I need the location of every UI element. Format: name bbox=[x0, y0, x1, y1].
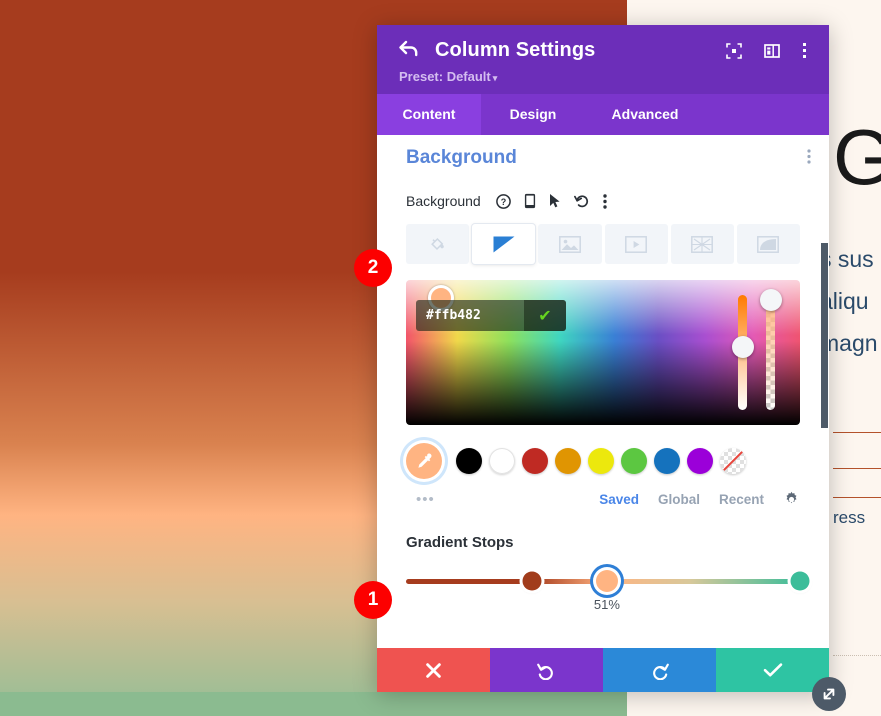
palette-tab-global[interactable]: Global bbox=[658, 492, 700, 507]
section-title-background: Background bbox=[406, 147, 517, 168]
cancel-button[interactable] bbox=[377, 648, 490, 692]
background-field-label-row: Background ? bbox=[406, 193, 800, 209]
bg-type-gradient[interactable] bbox=[472, 224, 536, 264]
focus-icon[interactable] bbox=[726, 42, 742, 59]
background-type-tabs bbox=[406, 224, 801, 264]
page-body-line-3: magn bbox=[820, 330, 878, 356]
swatch-orange[interactable] bbox=[555, 448, 581, 474]
reset-icon[interactable] bbox=[573, 193, 590, 209]
modal-tab-bar: Content Design Advanced bbox=[377, 94, 829, 135]
page-body-line-1: s sus bbox=[820, 246, 874, 272]
more-options-icon[interactable] bbox=[603, 193, 607, 209]
tab-content[interactable]: Content bbox=[377, 94, 481, 135]
color-picker: ✔ bbox=[406, 280, 800, 425]
palette-meta-row: ••• Saved Global Recent bbox=[406, 491, 800, 508]
saturation-value-panel[interactable]: ✔ bbox=[406, 280, 800, 425]
annotation-badge-1: 1 bbox=[354, 581, 392, 619]
preset-label: Preset: Default bbox=[399, 69, 491, 84]
swatch-yellow[interactable] bbox=[588, 448, 614, 474]
swatch-dark-red[interactable] bbox=[522, 448, 548, 474]
tab-design[interactable]: Design bbox=[481, 94, 585, 135]
page-divider-1 bbox=[833, 432, 881, 433]
gradient-stops-label: Gradient Stops bbox=[406, 534, 514, 551]
color-swatch-row bbox=[406, 443, 800, 479]
resize-handle-icon[interactable] bbox=[812, 677, 846, 711]
svg-text:?: ? bbox=[500, 197, 506, 207]
back-arrow-icon[interactable] bbox=[399, 40, 419, 62]
help-icon[interactable]: ? bbox=[495, 193, 511, 209]
hex-input[interactable] bbox=[416, 300, 524, 331]
swatch-transparent[interactable] bbox=[720, 448, 746, 474]
hex-input-group: ✔ bbox=[416, 300, 566, 331]
swatch-eyedropper[interactable] bbox=[406, 443, 442, 479]
more-vertical-icon[interactable] bbox=[802, 42, 807, 59]
modal-scrollbar[interactable] bbox=[821, 135, 829, 648]
save-button[interactable] bbox=[716, 648, 829, 692]
swatch-green[interactable] bbox=[621, 448, 647, 474]
gradient-stop-value: 51% bbox=[593, 597, 620, 612]
hover-cursor-icon[interactable] bbox=[549, 193, 561, 209]
gradient-stop-1[interactable] bbox=[522, 571, 542, 591]
swatch-purple[interactable] bbox=[687, 448, 713, 474]
responsive-device-icon[interactable] bbox=[524, 193, 536, 209]
palette-tabs: Saved Global Recent bbox=[599, 491, 800, 508]
palette-tab-saved[interactable]: Saved bbox=[599, 492, 639, 507]
swatch-white[interactable] bbox=[489, 448, 515, 474]
swatch-blue[interactable] bbox=[654, 448, 680, 474]
modal-header-top-row: Column Settings bbox=[399, 39, 807, 62]
hue-slider-handle[interactable] bbox=[731, 335, 754, 358]
page-body-line-2: aliqu bbox=[820, 288, 869, 314]
undo-button[interactable] bbox=[490, 648, 603, 692]
settings-scroll-area: Background Background ? #ffb482 ✔ ••• Sa… bbox=[377, 135, 829, 648]
hue-slider[interactable] bbox=[731, 295, 754, 410]
modal-scrollbar-thumb[interactable] bbox=[821, 243, 828, 428]
page-small-text: ress bbox=[833, 508, 866, 527]
modal-body: Background Background ? #ffb482 ✔ ••• Sa… bbox=[377, 135, 829, 648]
page-dotted-divider bbox=[833, 655, 881, 657]
palette-tab-recent[interactable]: Recent bbox=[719, 492, 764, 507]
gradient-stop-3[interactable] bbox=[790, 571, 810, 591]
gradient-stops-slider: 51% bbox=[406, 570, 810, 617]
alpha-slider[interactable] bbox=[759, 288, 782, 410]
annotation-badge-2: 2 bbox=[354, 249, 392, 287]
chevron-down-icon: ▾ bbox=[492, 73, 498, 83]
layout-panel-icon[interactable] bbox=[764, 43, 780, 59]
bg-type-image[interactable] bbox=[538, 224, 602, 264]
preset-selector[interactable]: Preset: Default ▾ bbox=[399, 69, 807, 84]
column-settings-modal: Column Settings Preset: Default ▾ Conten… bbox=[377, 25, 829, 692]
bg-type-color[interactable] bbox=[406, 224, 470, 264]
gear-icon[interactable] bbox=[783, 491, 800, 508]
bg-type-mask[interactable] bbox=[736, 224, 801, 264]
bg-type-pattern[interactable] bbox=[670, 224, 734, 264]
page-divider-3 bbox=[833, 497, 881, 498]
background-field-label: Background bbox=[406, 193, 481, 209]
gradient-stop-2[interactable] bbox=[595, 570, 618, 592]
redo-button[interactable] bbox=[603, 648, 716, 692]
bg-type-video[interactable] bbox=[604, 224, 668, 264]
modal-footer bbox=[377, 648, 829, 692]
page-bottom-strip bbox=[0, 692, 627, 716]
tab-advanced[interactable]: Advanced bbox=[585, 94, 705, 135]
swatch-black[interactable] bbox=[456, 448, 482, 474]
alpha-slider-handle[interactable] bbox=[759, 288, 782, 311]
page-title: Column Settings bbox=[435, 39, 596, 61]
page-divider-2 bbox=[833, 468, 881, 469]
modal-header-icons bbox=[726, 42, 807, 59]
hex-confirm-button[interactable]: ✔ bbox=[524, 300, 566, 331]
palette-more-icon[interactable]: ••• bbox=[406, 492, 435, 507]
modal-header: Column Settings Preset: Default ▾ bbox=[377, 25, 829, 94]
page-heading: G bbox=[833, 113, 881, 201]
section-more-icon[interactable] bbox=[807, 149, 811, 166]
